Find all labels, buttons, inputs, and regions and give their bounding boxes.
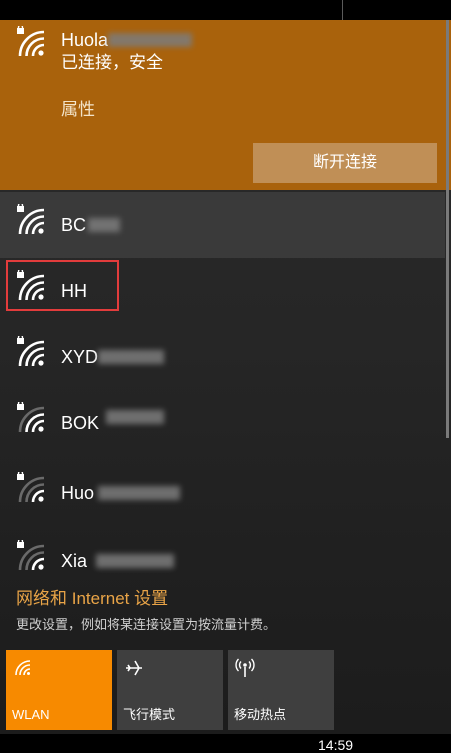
network-name: Huo <box>61 483 95 503</box>
network-item[interactable]: Huo <box>0 460 445 526</box>
top-divider <box>342 0 343 20</box>
network-name: BC <box>61 215 87 235</box>
tile-label: 飞行模式 <box>123 707 176 722</box>
network-item[interactable]: BOK <box>0 390 445 456</box>
network-flyout: Huola 已连接，安全 属性 断开连接 BC HH XYD BOK Huo X… <box>0 20 451 734</box>
network-settings-description: 更改设置，例如将某连接设置为按流量计费。 <box>16 617 277 632</box>
secured-wifi-icon <box>14 26 50 62</box>
secured-wifi-icon <box>14 204 50 240</box>
wlan-tile[interactable]: WLAN <box>6 650 112 730</box>
network-list-scrollbar[interactable] <box>446 20 449 438</box>
airplane-mode-tile[interactable]: 飞行模式 <box>117 650 223 730</box>
network-name: Xia <box>61 551 88 571</box>
redaction-blur <box>98 350 164 364</box>
secured-wifi-weak-icon <box>14 540 50 576</box>
network-item[interactable]: XYD <box>0 324 445 390</box>
mobile-hotspot-tile[interactable]: 移动热点 <box>228 650 334 730</box>
hotspot-icon <box>234 657 256 679</box>
airplane-icon <box>123 657 145 679</box>
network-item[interactable]: Xia <box>0 528 445 594</box>
connected-network-name: Huola <box>61 30 109 50</box>
network-settings-link[interactable]: 网络和 Internet 设置 <box>16 588 168 610</box>
redaction-blur <box>88 218 120 232</box>
connected-network-panel[interactable]: Huola 已连接，安全 属性 断开连接 <box>0 20 451 190</box>
network-name: BOK <box>61 413 100 433</box>
wifi-icon <box>12 657 34 679</box>
secured-wifi-weak-icon <box>14 472 50 508</box>
tile-label: 移动热点 <box>234 707 287 722</box>
tile-label: WLAN <box>12 707 50 722</box>
redaction-blur <box>96 554 174 568</box>
secured-wifi-weak-icon <box>14 402 50 438</box>
disconnect-button[interactable]: 断开连接 <box>253 143 437 183</box>
highlight-annotation <box>6 260 119 311</box>
redaction-blur <box>108 33 192 47</box>
redaction-blur <box>98 486 180 500</box>
network-name: XYD <box>61 347 99 367</box>
connection-status: 已连接，安全 <box>61 53 163 72</box>
network-item[interactable]: BC <box>0 192 445 258</box>
taskbar-top-strip <box>0 0 451 20</box>
properties-link[interactable]: 属性 <box>61 99 95 121</box>
secured-wifi-icon <box>14 336 50 372</box>
redaction-blur <box>106 410 164 424</box>
